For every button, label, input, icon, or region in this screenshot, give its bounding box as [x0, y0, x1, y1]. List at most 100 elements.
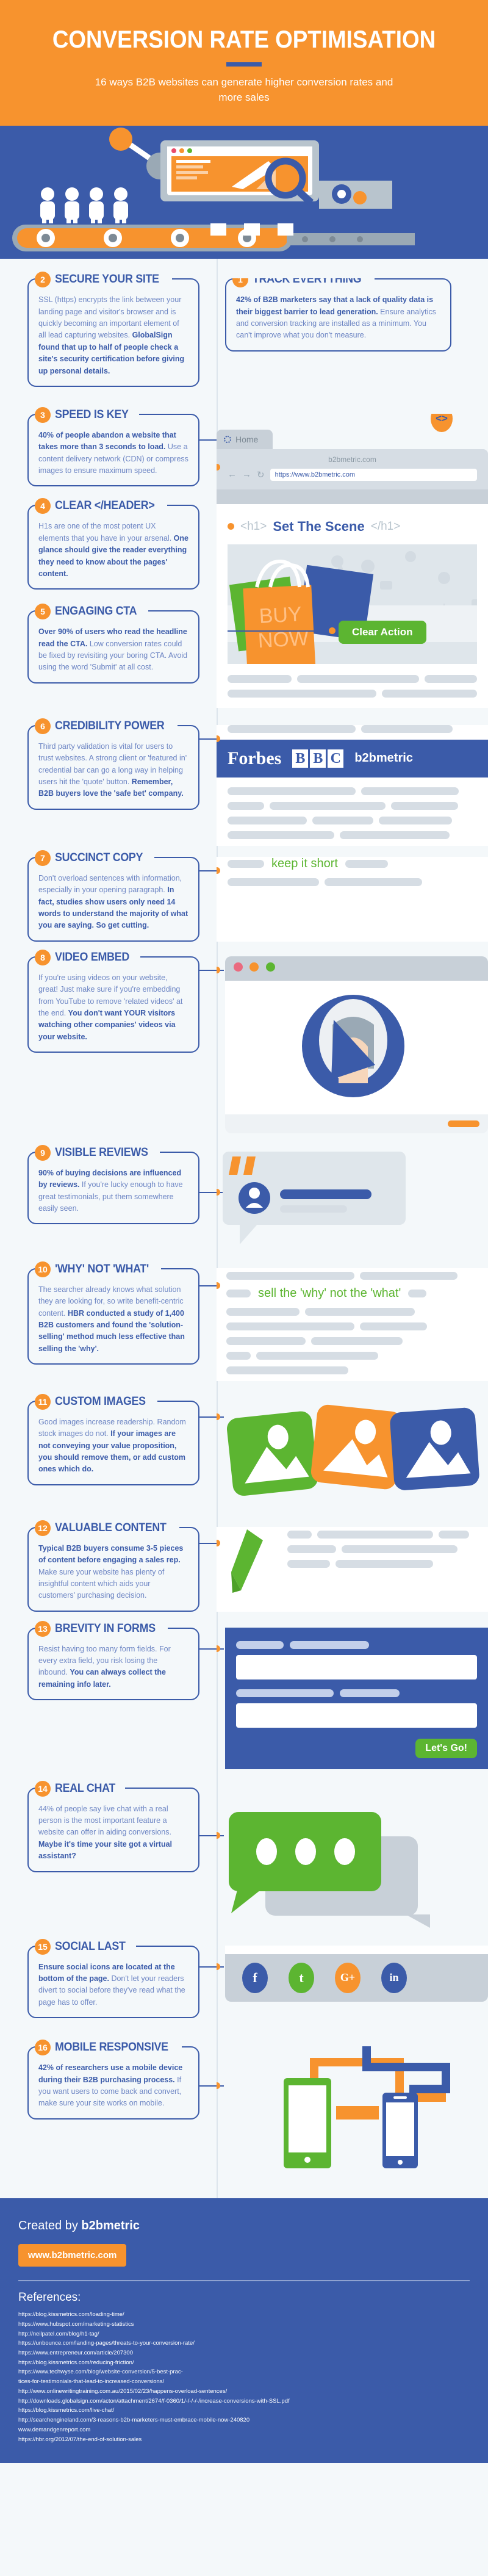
google-plus-icon[interactable]: G+ [335, 1962, 361, 1993]
left-column: 16 MOBILE RESPONSIVE 42% of researchers … [0, 2040, 224, 2171]
right-column: 1 TRACK EVERYTHING 42% of B2B marketers … [217, 278, 488, 387]
left-column: 10 'WHY' NOT 'WHAT' The searcher already… [0, 1261, 224, 1381]
card-title: ENGAGING CTA [55, 605, 137, 618]
right-column-succinct: keep it short [217, 856, 488, 942]
card-header: 4 CLEAR </HEADER> [35, 498, 167, 514]
right-column-why: sell the 'why' not the 'what' [217, 1268, 488, 1381]
reference-item[interactable]: https://hbr.org/2012/07/the-end-of-solut… [18, 2436, 470, 2445]
facebook-icon[interactable]: f [242, 1962, 268, 1993]
item-number-badge: 15 [35, 1938, 51, 1955]
h1-close-tag: </h1> [370, 519, 401, 533]
card-body: Third party validation is vital for user… [38, 741, 188, 800]
video-player[interactable] [225, 980, 488, 1114]
reference-item[interactable]: www.demandgenreport.com [18, 2426, 470, 2435]
card-title: REAL CHAT [55, 1781, 116, 1795]
url-input[interactable]: https://www.b2bmetric.com [270, 468, 477, 481]
card-title: MOBILE RESPONSIVE [55, 2041, 168, 2054]
video-controls [225, 1114, 488, 1133]
website-button[interactable]: www.b2bmetric.com [18, 2244, 127, 2267]
progress-bar[interactable] [448, 1120, 479, 1127]
cta-button[interactable]: Clear Action [339, 620, 426, 644]
row-item-15: 15 SOCIAL LAST Ensure social icons are l… [0, 1931, 488, 2019]
close-icon[interactable] [234, 962, 243, 972]
card-title: 'WHY' NOT 'WHAT' [55, 1262, 149, 1275]
reference-item[interactable]: https://unbounce.com/landing-pages/threa… [18, 2339, 470, 2348]
row-items-2-1: 2 SECURE YOUR SITE SSL (https) encrypts … [0, 259, 488, 387]
linkedin-icon[interactable]: in [381, 1962, 407, 1993]
chat-bubbles-illustration [229, 1811, 430, 1928]
reference-item[interactable]: http://downloads.globalsign.com/acton/at… [18, 2397, 470, 2406]
card-social-last[interactable]: 15 SOCIAL LAST Ensure social icons are l… [27, 1938, 199, 2019]
card-custom-images[interactable]: 11 CUSTOM IMAGES Good images increase re… [27, 1393, 199, 1485]
item-number-badge: 13 [35, 1620, 51, 1637]
maximize-icon[interactable] [265, 962, 275, 972]
h1-text: Set The Scene [273, 518, 365, 534]
page-content: <h1> Set The Scene </h1> BUY NOW Clear A… [217, 503, 488, 708]
reference-item[interactable]: https://blog.kissmetrics.com/reducing-fr… [18, 2359, 470, 2368]
card-title: VALUABLE CONTENT [55, 1521, 167, 1534]
reference-item[interactable]: http://searchengineland.com/3-reasons-b2… [18, 2416, 470, 2425]
right-column-form: Let's Go! [217, 1627, 488, 1769]
form-submit-button[interactable]: Let's Go! [415, 1738, 477, 1758]
card-why-not-what[interactable]: 10 'WHY' NOT 'WHAT' The searcher already… [27, 1261, 199, 1365]
card-title: SECURE YOUR SITE [55, 273, 159, 286]
card-video-embed[interactable]: 8 VIDEO EMBED If you're using videos on … [27, 949, 199, 1053]
card-real-chat[interactable]: 14 REAL CHAT 44% of people say live chat… [27, 1780, 199, 1872]
card-secure-your-site[interactable]: 2 SECURE YOUR SITE SSL (https) encrypts … [27, 272, 199, 387]
reference-item[interactable]: https://blog.kissmetrics.com/live-chat/ [18, 2406, 470, 2415]
reference-item[interactable]: http://www.onlinewritingtraining.com.au/… [18, 2387, 470, 2397]
card-valuable-content[interactable]: 12 VALUABLE CONTENT Typical B2B buyers c… [27, 1520, 199, 1612]
card-body: 44% of people say live chat with a real … [38, 1803, 188, 1863]
card-body: Don't overload sentences with informatio… [38, 873, 188, 932]
form-label-row [236, 1640, 477, 1649]
reference-item[interactable]: https://www.entrepreneur.com/article/207… [18, 2349, 470, 2358]
back-icon[interactable]: ← [228, 469, 237, 480]
row-items-3-4: 3 SPEED IS KEY 40% of people abandon a w… [0, 387, 488, 708]
reference-item[interactable]: http://neilpatel.com/blog/h1-tag/ [18, 2330, 470, 2339]
card-header: 15 SOCIAL LAST [35, 1938, 137, 1955]
item-number-badge: 1 [232, 278, 248, 288]
forward-icon[interactable]: → [242, 469, 251, 480]
reference-item[interactable]: https://www.hubspot.com/marketing-statis… [18, 2320, 470, 2329]
content-area: 2 SECURE YOUR SITE SSL (https) encrypts … [0, 259, 488, 2199]
card-speed-is-key[interactable]: 3 SPEED IS KEY 40% of people abandon a w… [27, 406, 199, 487]
reference-item[interactable]: https://blog.kissmetrics.com/loading-tim… [18, 2311, 470, 2320]
left-column: 8 VIDEO EMBED If you're using videos on … [0, 949, 224, 1133]
twitter-icon[interactable]: t [289, 1962, 314, 1993]
left-column: 12 VALUABLE CONTENT Typical B2B buyers c… [0, 1520, 224, 1612]
left-column: 11 CUSTOM IMAGES Good images increase re… [0, 1393, 224, 1513]
left-column: 15 SOCIAL LAST Ensure social icons are l… [0, 1938, 224, 2019]
connector-dot-succinct [217, 867, 220, 874]
browser-tab[interactable]: Home [217, 429, 273, 449]
succinct-row: keep it short [228, 857, 477, 871]
card-header: 10 'WHY' NOT 'WHAT' [35, 1261, 161, 1277]
browser-chrome: b2bmetric.com ← → ↻ https://www.b2bmetri… [217, 449, 488, 489]
card-track-everything[interactable]: 1 TRACK EVERYTHING 42% of B2B marketers … [225, 278, 451, 352]
card-header: 3 SPEED IS KEY [35, 406, 140, 423]
card-text-bold: Maybe it's time your site got a virtual … [38, 1839, 173, 1861]
title-divider [226, 62, 262, 67]
reference-item[interactable]: https://www.techwyse.com/blog/website-co… [18, 2368, 470, 2377]
card-engaging-cta[interactable]: 5 ENGAGING CTA Over 90% of users who rea… [27, 604, 199, 684]
credibility-bar: Forbes B B C b2bmetric [217, 739, 488, 777]
card-clear-header[interactable]: 4 CLEAR </HEADER> H1s are one of the mos… [27, 498, 199, 590]
page-header: CONVERSION RATE OPTIMISATION 16 ways B2B… [0, 0, 488, 126]
reload-icon[interactable]: ↻ [257, 469, 265, 480]
card-succinct-copy[interactable]: 7 SUCCINCT COPY Don't overload sentences… [27, 850, 199, 942]
card-body: 90% of buying decisions are influenced b… [38, 1167, 188, 1215]
form-submit-row: Let's Go! [236, 1738, 477, 1758]
card-text: Make sure your website has plenty of ins… [38, 1567, 165, 1600]
form-mockup: Let's Go! [225, 1627, 488, 1769]
left-column: 7 SUCCINCT COPY Don't overload sentences… [0, 850, 224, 942]
card-mobile-responsive[interactable]: 16 MOBILE RESPONSIVE 42% of researchers … [27, 2040, 199, 2120]
minimize-icon[interactable] [249, 962, 259, 972]
card-title: SOCIAL LAST [55, 1939, 126, 1953]
card-brevity-in-forms[interactable]: 13 BREVITY IN FORMS Resist having too ma… [27, 1620, 199, 1701]
card-visible-reviews[interactable]: 9 VISIBLE REVIEWS 90% of buying decision… [27, 1144, 199, 1225]
reference-item[interactable]: tices-for-testimonials-that-lead-to-incr… [18, 2378, 470, 2387]
row-item-8: 8 VIDEO EMBED If you're using videos on … [0, 942, 488, 1133]
form-input[interactable] [236, 1703, 477, 1728]
card-credibility-power[interactable]: 6 CREDIBILITY POWER Third party validati… [27, 718, 199, 810]
left-column: 13 BREVITY IN FORMS Resist having too ma… [0, 1620, 224, 1769]
form-input[interactable] [236, 1654, 477, 1679]
